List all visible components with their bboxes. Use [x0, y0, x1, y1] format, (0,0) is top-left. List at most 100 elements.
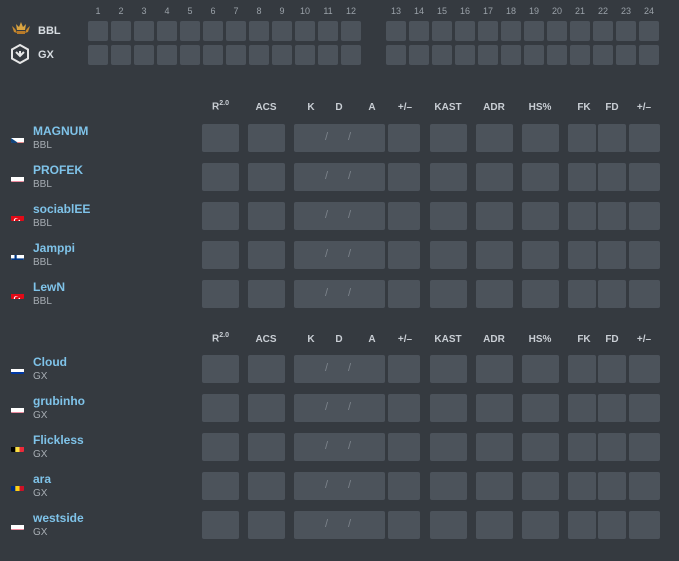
- acs-stat-cell: [248, 394, 285, 422]
- round-result-cell: [203, 45, 223, 65]
- kast-header: KAST: [434, 102, 462, 113]
- kda-stat-cell: [294, 511, 385, 539]
- round-result-cell: [570, 45, 590, 65]
- rating-stat-cell: [202, 355, 239, 383]
- kast-stat-cell: [430, 241, 467, 269]
- round-result-cell: [639, 45, 659, 65]
- round-result-cell: [593, 45, 613, 65]
- kda-stat-cell: [294, 280, 385, 308]
- player-name-link[interactable]: MAGNUM: [33, 124, 88, 138]
- adr-stat-cell: [476, 355, 513, 383]
- fkpm-stat-cell: [629, 163, 660, 191]
- player-name-link[interactable]: sociablEE: [33, 202, 90, 216]
- acs-stat-cell: [248, 163, 285, 191]
- kda-separator: /: [348, 518, 352, 530]
- hs-stat-cell: [522, 355, 559, 383]
- round-number: 3: [141, 6, 147, 16]
- round-result-cell: [318, 21, 338, 41]
- round-result-cell: [524, 45, 544, 65]
- fk-stat-cell: [568, 472, 596, 500]
- kda-stat-cell: [294, 355, 385, 383]
- fk-stat-cell: [568, 394, 596, 422]
- player-name-link[interactable]: Cloud: [33, 355, 67, 369]
- finland-flag-icon: [11, 251, 24, 260]
- rating-stat-cell: [202, 394, 239, 422]
- round-number: 8: [256, 6, 262, 16]
- rating-stat-cell: [202, 433, 239, 461]
- adr-stat-cell: [476, 202, 513, 230]
- round-result-cell: [88, 45, 108, 65]
- hs-stat-cell: [522, 241, 559, 269]
- adr-header: ADR: [483, 334, 505, 345]
- round-result-cell: [134, 21, 154, 41]
- fd-stat-cell: [598, 355, 626, 383]
- kda-stat-cell: [294, 163, 385, 191]
- player-name-link[interactable]: PROFEK: [33, 163, 83, 177]
- round-number: 7: [233, 6, 239, 16]
- romania-flag-icon: [11, 482, 24, 491]
- player-name-link[interactable]: westside: [33, 511, 84, 525]
- kda-separator: /: [325, 209, 329, 221]
- round-result-cell: [547, 45, 567, 65]
- kda-separator: /: [348, 440, 352, 452]
- player-team-label: GX: [33, 410, 48, 421]
- adr-stat-cell: [476, 394, 513, 422]
- fkpm-stat-cell: [629, 202, 660, 230]
- kda-stat-cell: [294, 124, 385, 152]
- kda-separator: /: [325, 131, 329, 143]
- fkpm-stat-cell: [629, 355, 660, 383]
- player-name-link[interactable]: Jamppi: [33, 241, 75, 255]
- round-result-cell: [226, 45, 246, 65]
- kda-stat-cell: [294, 394, 385, 422]
- acs-stat-cell: [248, 241, 285, 269]
- rating-header-version: 2.0: [219, 100, 229, 107]
- kda-separator: /: [348, 131, 352, 143]
- kast-stat-cell: [430, 472, 467, 500]
- kda-separator: /: [348, 401, 352, 413]
- hs-stat-cell: [522, 202, 559, 230]
- hs-header: HS%: [528, 334, 552, 345]
- round-result-cell: [341, 45, 361, 65]
- kda-separator: /: [325, 170, 329, 182]
- player-name-link[interactable]: grubinho: [33, 394, 85, 408]
- round-result-cell: [272, 21, 292, 41]
- adr-stat-cell: [476, 511, 513, 539]
- pm-header: +/–: [397, 102, 413, 113]
- round-number: 10: [299, 6, 310, 16]
- fd-stat-cell: [598, 511, 626, 539]
- round-number: 19: [528, 6, 539, 16]
- player-name-link[interactable]: ara: [33, 472, 51, 486]
- kda-stat-cell: [294, 433, 385, 461]
- kda-separator: /: [348, 362, 352, 374]
- round-result-cell: [134, 45, 154, 65]
- round-result-cell: [111, 21, 131, 41]
- player-name-link[interactable]: LewN: [33, 280, 65, 294]
- player-name-link[interactable]: Flickless: [33, 433, 84, 447]
- round-number: 20: [551, 6, 562, 16]
- round-result-cell: [88, 21, 108, 41]
- fd-stat-cell: [598, 202, 626, 230]
- kda-separator: /: [325, 479, 329, 491]
- round-number: 17: [482, 6, 493, 16]
- pm-stat-cell: [388, 280, 420, 308]
- round-result-cell: [616, 21, 636, 41]
- round-result-cell: [616, 45, 636, 65]
- round-number: 9: [279, 6, 285, 16]
- kda-separator: /: [325, 440, 329, 452]
- kast-stat-cell: [430, 202, 467, 230]
- hs-header: HS%: [528, 102, 552, 113]
- round-result-cell: [409, 45, 429, 65]
- hs-stat-cell: [522, 472, 559, 500]
- round-number: 1: [95, 6, 101, 16]
- round-result-cell: [501, 45, 521, 65]
- kast-header: KAST: [434, 334, 462, 345]
- turkey-flag-icon: [11, 290, 24, 299]
- rating-stat-cell: [202, 124, 239, 152]
- round-result-cell: [226, 21, 246, 41]
- poland-flag-icon: [11, 521, 24, 530]
- fk-stat-cell: [568, 241, 596, 269]
- round-result-cell: [157, 45, 177, 65]
- acs-header: ACS: [255, 334, 277, 345]
- fkpm-stat-cell: [629, 241, 660, 269]
- fk-stat-cell: [568, 280, 596, 308]
